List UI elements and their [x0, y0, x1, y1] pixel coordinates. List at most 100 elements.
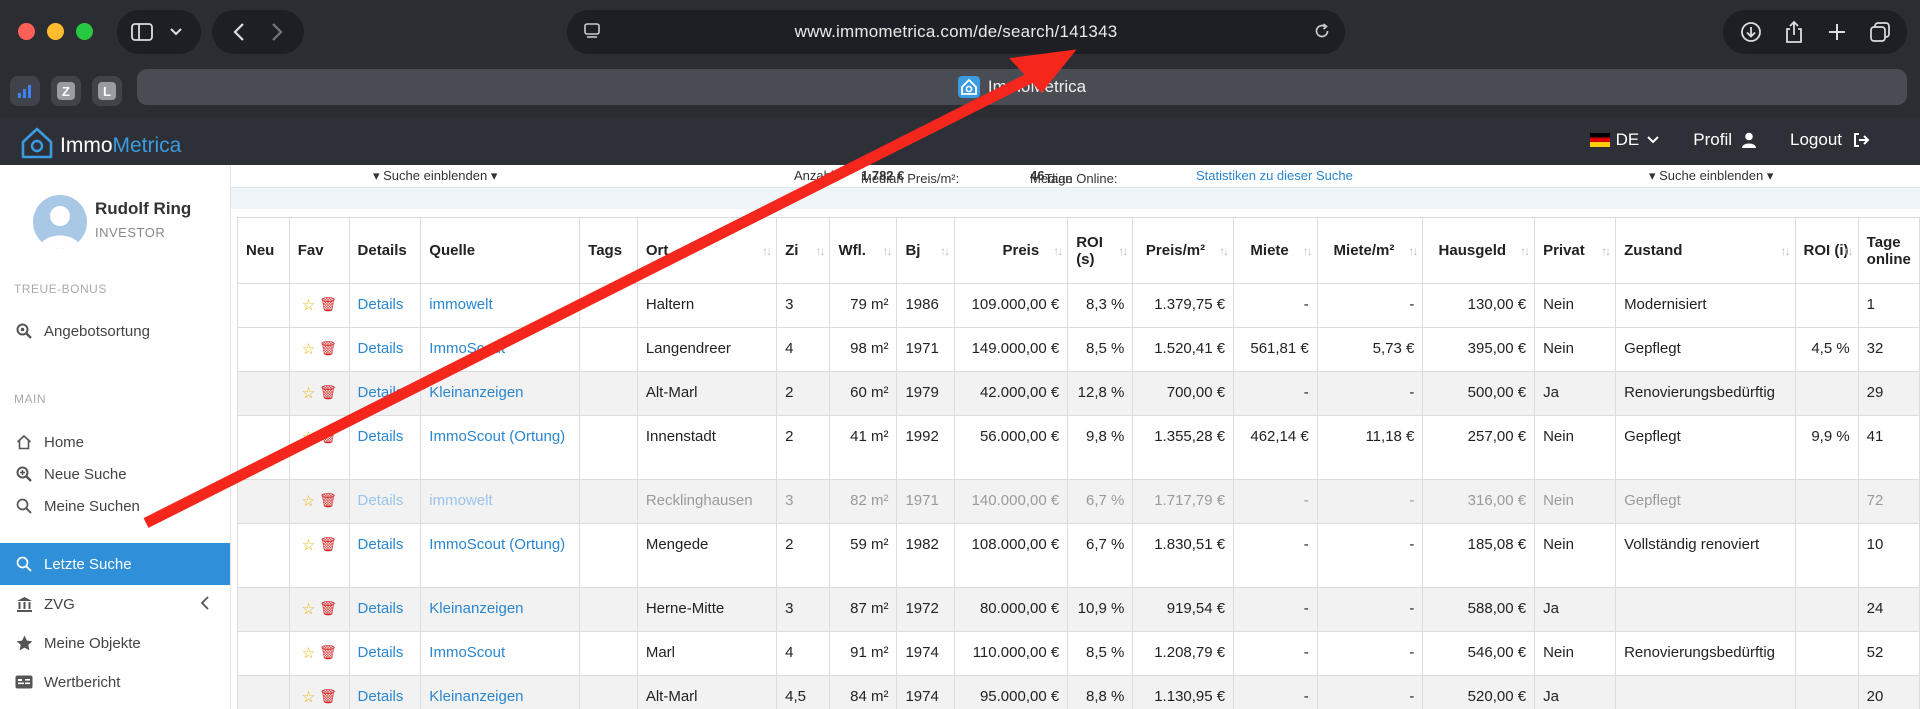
- immometrica-tab-icon: [957, 76, 980, 98]
- col-header-tage-online[interactable]: Tage online: [1857, 217, 1920, 284]
- language-selector[interactable]: DE: [1589, 130, 1660, 150]
- col-header-zustand[interactable]: Zustand ↑↓: [1615, 217, 1796, 284]
- col-header-roi-s[interactable]: ROI (s) ↑↓: [1067, 217, 1134, 284]
- star-outline-icon[interactable]: ☆: [302, 600, 315, 618]
- reader-icon[interactable]: [583, 22, 601, 45]
- details-link[interactable]: Details: [358, 492, 404, 509]
- col-header-roi-i[interactable]: ROI (i) ↑↓: [1794, 217, 1859, 284]
- source-link[interactable]: Kleinanzeigen: [429, 600, 523, 617]
- logo[interactable]: ImmoMetrica: [20, 126, 181, 160]
- sidebar-item-zvg[interactable]: ZVG: [0, 584, 230, 624]
- trash-icon[interactable]: 🗑: [319, 600, 337, 618]
- toggle-search-left[interactable]: ▾ Suche einblenden ▾: [373, 168, 497, 184]
- col-header-neu[interactable]: Neu: [237, 217, 290, 284]
- cell-quelle: immowelt: [420, 283, 581, 328]
- source-link[interactable]: immowelt: [429, 296, 492, 313]
- star-outline-icon[interactable]: ☆: [302, 384, 315, 402]
- details-link[interactable]: Details: [358, 340, 404, 357]
- col-header-hausgeld[interactable]: Hausgeld ↑↓: [1422, 217, 1536, 284]
- table-row[interactable]: ☆ 🗑 Details ImmoScout (Ortung) Mengede 2 59 m²…: [237, 523, 1920, 588]
- col-header-miete-m2[interactable]: Miete/m² ↑↓: [1316, 217, 1424, 284]
- star-outline-icon[interactable]: ☆: [302, 428, 315, 446]
- share-icon[interactable]: [1780, 18, 1808, 46]
- source-link[interactable]: ImmoScout: [429, 644, 505, 661]
- favorite-chart[interactable]: [10, 76, 40, 106]
- details-link[interactable]: Details: [358, 688, 404, 705]
- star-outline-icon[interactable]: ☆: [302, 644, 315, 662]
- source-link[interactable]: ImmoScout: [429, 340, 505, 357]
- trash-icon[interactable]: 🗑: [319, 428, 337, 446]
- star-outline-icon[interactable]: ☆: [302, 536, 315, 554]
- minimize-window-button[interactable]: [47, 23, 64, 40]
- favorite-l[interactable]: L: [92, 76, 122, 106]
- statistics-link[interactable]: Statistiken zu dieser Suche: [1196, 168, 1353, 183]
- sidebar-item-letzte-suche[interactable]: Letzte Suche: [0, 543, 230, 585]
- profile-link[interactable]: Profil: [1693, 130, 1756, 150]
- sidebar-item-label: Wertbericht: [44, 673, 121, 691]
- reload-icon[interactable]: [1313, 22, 1331, 45]
- active-tab[interactable]: ImmoMetrica: [137, 69, 1907, 105]
- details-link[interactable]: Details: [358, 600, 404, 617]
- source-link[interactable]: ImmoScout (Ortung): [429, 536, 565, 553]
- table-row[interactable]: ☆ 🗑 Details Kleinanzeigen Alt-Marl 4,5 84 m² 19…: [237, 675, 1920, 709]
- trash-icon[interactable]: 🗑: [319, 384, 337, 402]
- address-bar[interactable]: www.immometrica.com/de/search/141343: [567, 10, 1345, 54]
- toggle-search-right[interactable]: ▾ Suche einblenden ▾: [1649, 168, 1773, 184]
- col-header-privat[interactable]: Privat ↑↓: [1534, 217, 1617, 284]
- source-link[interactable]: immowelt: [429, 492, 492, 509]
- zoom-window-button[interactable]: [76, 23, 93, 40]
- sidebar-item-wertbericht[interactable]: Wertbericht: [0, 662, 230, 702]
- table-row[interactable]: ☆ 🗑 Details immowelt Haltern 3 79 m² 1986 109.00…: [237, 283, 1920, 328]
- col-header-bj[interactable]: Bj ↑↓: [896, 217, 956, 284]
- col-header-wfl[interactable]: Wfl. ↑↓: [829, 217, 898, 284]
- details-link[interactable]: Details: [358, 644, 404, 661]
- col-header-details[interactable]: Details: [348, 217, 422, 284]
- download-icon[interactable]: [1737, 18, 1765, 46]
- logout-link[interactable]: Logout: [1790, 130, 1870, 150]
- cell-zustand: Vollständig renoviert: [1615, 523, 1796, 588]
- trash-icon[interactable]: 🗑: [319, 492, 337, 510]
- table-row[interactable]: ☆ 🗑 Details Kleinanzeigen Herne-Mitte 3 87 m² 1…: [237, 587, 1920, 632]
- trash-icon[interactable]: 🗑: [319, 340, 337, 358]
- star-outline-icon[interactable]: ☆: [302, 296, 315, 314]
- source-link[interactable]: Kleinanzeigen: [429, 384, 523, 401]
- forward-icon[interactable]: [263, 18, 291, 46]
- col-header-tags[interactable]: Tags: [579, 217, 638, 284]
- new-tab-icon[interactable]: [1823, 18, 1851, 46]
- sidebar-item-meine-objekte[interactable]: Meine Objekte: [0, 623, 230, 663]
- col-header-miete[interactable]: Miete ↑↓: [1233, 217, 1318, 284]
- table-row[interactable]: ☆ 🗑 Details ImmoScout Langendreer 4 98 m² 1971 1…: [237, 327, 1920, 372]
- chevron-down-icon[interactable]: [162, 18, 190, 46]
- source-link[interactable]: Kleinanzeigen: [429, 688, 523, 705]
- chart-icon: [18, 85, 31, 98]
- tab-overview-icon[interactable]: [1866, 18, 1894, 46]
- table-row[interactable]: ☆ 🗑 Details ImmoScout (Ortung) Innenstadt 2 41…: [237, 415, 1920, 480]
- trash-icon[interactable]: 🗑: [319, 536, 337, 554]
- details-link[interactable]: Details: [358, 428, 404, 445]
- sidebar-item-meine-suchen[interactable]: Meine Suchen: [0, 486, 230, 526]
- details-link[interactable]: Details: [358, 296, 404, 313]
- col-header-preis[interactable]: Preis ↑↓: [954, 217, 1069, 284]
- details-link[interactable]: Details: [358, 536, 404, 553]
- star-outline-icon[interactable]: ☆: [302, 340, 315, 358]
- trash-icon[interactable]: 🗑: [319, 688, 337, 706]
- col-header-zi[interactable]: Zi ↑↓: [776, 217, 831, 284]
- trash-icon[interactable]: 🗑: [319, 296, 337, 314]
- sidebar-item-angebotsortung[interactable]: Angebotsortung: [0, 311, 230, 351]
- star-outline-icon[interactable]: ☆: [302, 688, 315, 706]
- details-link[interactable]: Details: [358, 384, 404, 401]
- source-link[interactable]: ImmoScout (Ortung): [429, 428, 565, 445]
- col-header-fav[interactable]: Fav: [288, 217, 350, 284]
- favorite-z[interactable]: Z: [51, 76, 81, 106]
- star-outline-icon[interactable]: ☆: [302, 492, 315, 510]
- back-icon[interactable]: [225, 18, 253, 46]
- trash-icon[interactable]: 🗑: [319, 644, 337, 662]
- table-row[interactable]: ☆ 🗑 Details Kleinanzeigen Alt-Marl 2 60 m² 1979…: [237, 371, 1920, 416]
- close-window-button[interactable]: [18, 23, 35, 40]
- table-row[interactable]: ☆ 🗑 Details ImmoScout Marl 4 91 m² 1974 110.000,…: [237, 631, 1920, 676]
- col-header-preis-m2[interactable]: Preis/m² ↑↓: [1132, 217, 1235, 284]
- sidebar-icon[interactable]: [128, 18, 156, 46]
- table-row[interactable]: ☆ 🗑 Details immowelt Recklinghausen 3 82 m² 197…: [237, 479, 1920, 524]
- col-header-ort[interactable]: Ort ↑↓: [636, 217, 778, 284]
- col-header-quelle[interactable]: Quelle: [420, 217, 581, 284]
